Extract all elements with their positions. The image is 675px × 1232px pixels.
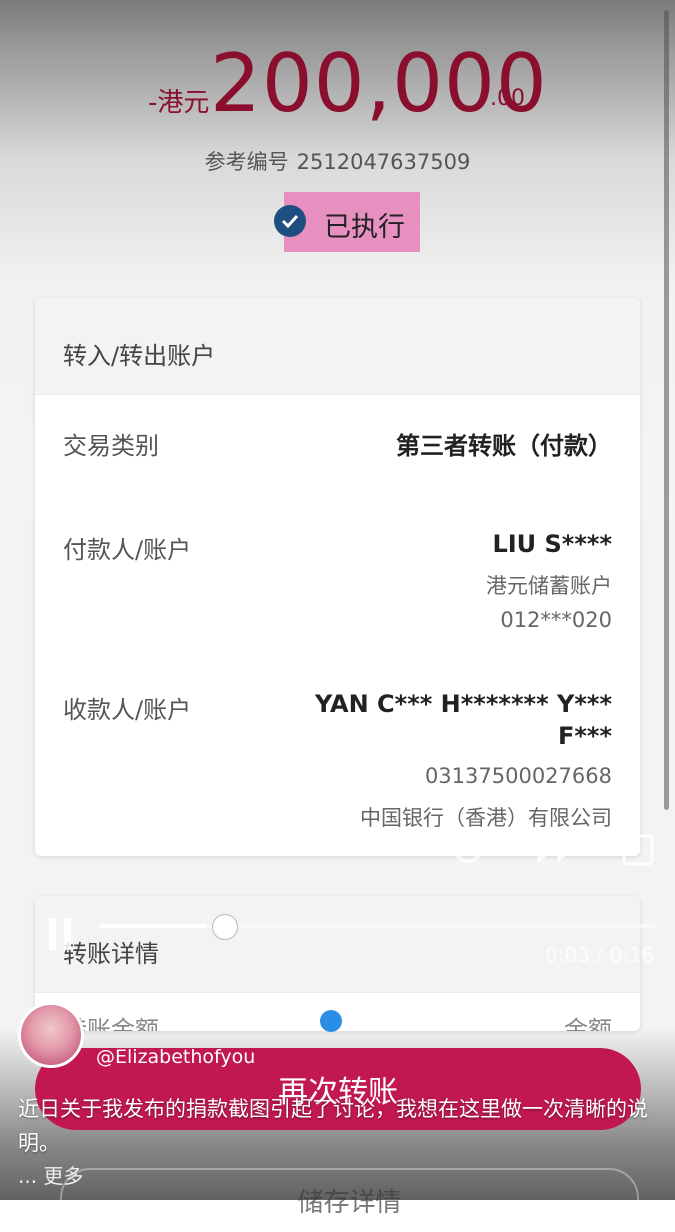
reference-number: 参考编号 2512047637509 bbox=[0, 146, 675, 176]
video-caption: 近日关于我发布的捐款截图引起了讨论，我想在这里做一次清晰的说明。 bbox=[18, 1097, 648, 1155]
fullscreen-icon[interactable] bbox=[620, 832, 656, 868]
video-progress-bar[interactable] bbox=[100, 924, 658, 928]
status-badge: 已执行 bbox=[270, 192, 420, 252]
amount-value: 200,000 bbox=[210, 37, 548, 130]
scrollbar[interactable] bbox=[664, 10, 669, 810]
share-icon[interactable] bbox=[535, 832, 575, 868]
reference-value: 2512047637509 bbox=[296, 150, 471, 174]
pause-icon[interactable] bbox=[46, 916, 76, 956]
username[interactable]: @Elizabethofyou bbox=[96, 1046, 255, 1068]
transaction-type-value: 第三者转账（付款） bbox=[396, 432, 612, 460]
check-circle-icon bbox=[274, 205, 306, 237]
amount-cents: .00 bbox=[490, 86, 525, 111]
payer-account-type: 港元储蓄账户 bbox=[486, 574, 612, 598]
account-card-header: 转入/转出账户 bbox=[35, 298, 640, 395]
account-card-title: 转入/转出账户 bbox=[63, 342, 216, 370]
replay-icon[interactable] bbox=[448, 832, 488, 868]
payer-name: LIU S**** bbox=[492, 530, 612, 558]
amount-display: -港元 200,000 .00 bbox=[0, 30, 675, 130]
payee-bank: 中国银行（香港）有限公司 bbox=[360, 806, 612, 830]
save-details-label: 储存详情 bbox=[297, 1188, 402, 1218]
video-time: 0:03 / 0:16 bbox=[545, 943, 655, 967]
reference-label: 参考编号 bbox=[204, 150, 289, 174]
payer-label: 付款人/账户 bbox=[63, 536, 192, 564]
video-progress-fill bbox=[100, 924, 207, 928]
video-progress-handle[interactable] bbox=[212, 914, 238, 940]
verified-icon bbox=[320, 1010, 342, 1032]
save-details-button[interactable]: 储存详情 bbox=[60, 1168, 639, 1232]
status-label: 已执行 bbox=[324, 212, 405, 243]
transaction-type-label: 交易类别 bbox=[63, 432, 159, 460]
payee-name-line1: YAN C*** H******* Y*** bbox=[314, 690, 612, 718]
details-card-title: 转账详情 bbox=[63, 940, 159, 968]
amount-currency: -港元 bbox=[148, 88, 210, 118]
avatar[interactable] bbox=[18, 1002, 84, 1068]
payee-account-number: 03137500027668 bbox=[424, 764, 612, 788]
payer-account-number: 012***020 bbox=[500, 608, 612, 632]
account-card: 转入/转出账户 交易类别 第三者转账（付款） 付款人/账户 LIU S**** … bbox=[35, 298, 640, 856]
payee-label: 收款人/账户 bbox=[63, 696, 192, 724]
payee-name-line2: F*** bbox=[557, 722, 612, 750]
